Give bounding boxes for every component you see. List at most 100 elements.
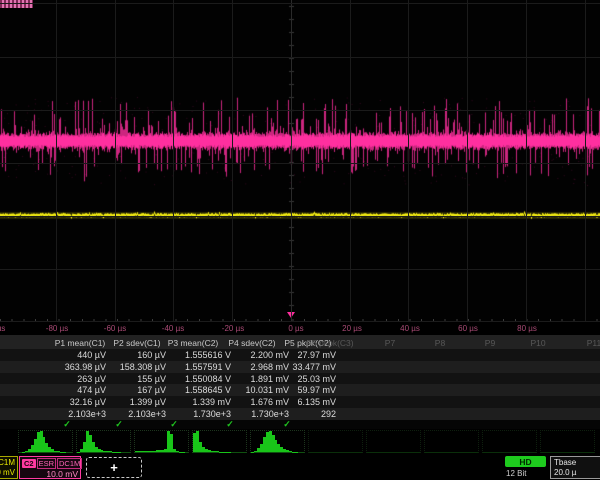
measure-value: 440 µV — [77, 350, 106, 360]
grid-vline — [585, 0, 586, 322]
c1-channel-descriptor[interactable]: C1M 0 mV — [0, 456, 18, 479]
measure-value: 1.558645 V — [185, 385, 231, 395]
c1-coupling-label: C1M — [0, 458, 15, 468]
measure-value: 1.676 mV — [250, 397, 289, 407]
measure-header[interactable]: P4 sdev(C2) — [228, 338, 275, 348]
measure-row: 474 µV 167 µV 1.558645 V 10.031 mV 59.97 mV — [0, 384, 600, 396]
grid-vline — [350, 0, 351, 322]
time-axis-label: 80 µs — [517, 324, 537, 333]
measurement-table: P1 mean(C1) P2 sdev(C1) P3 mean(C2) P4 sdev… — [0, 335, 600, 429]
measure-histicon — [250, 430, 305, 453]
grid-vline — [408, 0, 409, 322]
measure-header-unused[interactable]: P10 — [530, 338, 545, 348]
grid-hline — [0, 269, 600, 270]
measure-header[interactable]: P3 mean(C2) — [168, 338, 219, 348]
measure-row: 32.16 µV 1.399 µV 1.339 mV 1.676 mV 6.135 mV — [0, 396, 600, 408]
measure-histicon-empty — [308, 430, 363, 453]
measure-histicon — [18, 430, 73, 453]
measure-value: 1.557591 V — [185, 362, 231, 372]
grid-hline — [0, 110, 600, 111]
c2-channel-tab: C2 — [22, 459, 36, 468]
hd-bits-label: 12 Bit — [506, 469, 526, 478]
measure-value: 1.339 mV — [192, 397, 231, 407]
measure-histicon — [76, 430, 131, 453]
measure-header-unused[interactable]: P8 — [435, 338, 445, 348]
grid-hline — [0, 3, 600, 4]
measure-header-unused[interactable]: P9 — [485, 338, 495, 348]
measure-value: 1.550084 V — [185, 374, 231, 384]
grid-vline — [232, 0, 233, 322]
grid-hline — [0, 163, 600, 164]
measure-value: 1.399 µV — [130, 397, 166, 407]
grid-hline — [0, 57, 600, 58]
time-axis-label: 60 µs — [458, 324, 478, 333]
measure-value: 27.97 mV — [297, 350, 336, 360]
add-trace-box[interactable]: + — [86, 457, 142, 478]
measure-value: 1.730e+3 — [251, 409, 289, 419]
measure-histicon — [192, 430, 247, 453]
measure-histicon-empty — [540, 430, 595, 453]
grid-vline — [291, 0, 292, 322]
grid-vline — [173, 0, 174, 322]
time-axis-label: 0 µs — [288, 324, 303, 333]
measure-histicon-empty — [424, 430, 479, 453]
measure-value: 33.477 mV — [292, 362, 336, 372]
measure-value: 167 µV — [137, 385, 166, 395]
measure-histicon-empty — [366, 430, 421, 453]
measure-header-unused[interactable]: P11 — [587, 338, 600, 348]
oscilloscope-screen: -100 µs-80 µs-60 µs-40 µs-20 µs0 µs20 µs… — [0, 0, 600, 480]
measure-value: 474 µV — [77, 385, 106, 395]
measure-value: 292 — [321, 409, 336, 419]
measure-value: 32.16 µV — [70, 397, 106, 407]
grid-vline — [467, 0, 468, 322]
measure-row: 263 µV155 µV1.550084 V1.891 mV25.03 mV — [0, 373, 600, 385]
hd-mode-badge[interactable]: HD — [505, 456, 546, 467]
time-axis-label: -100 µs — [0, 324, 5, 333]
waveform-grid[interactable] — [0, 0, 600, 322]
grid-hline — [0, 216, 600, 217]
descriptor-row: C1M 0 mV C2 ESR DC1M 10.0 mV + HD 12 Bit… — [0, 456, 600, 480]
waveform-canvas[interactable] — [0, 0, 600, 322]
time-axis-label: 20 µs — [342, 324, 362, 333]
measure-header-unused[interactable]: P7 — [385, 338, 395, 348]
measure-value: 363.98 µV — [65, 362, 106, 372]
measure-value: 1.730e+3 — [193, 409, 231, 419]
measure-value: 2.200 mV — [250, 350, 289, 360]
histicon-row — [0, 429, 600, 455]
measure-header[interactable]: P2 sdev(C1) — [113, 338, 160, 348]
timebase-descriptor[interactable]: Tbase 20.0 µ — [550, 456, 600, 479]
grid-vline — [56, 0, 57, 322]
c2-channel-descriptor[interactable]: C2 ESR DC1M 10.0 mV — [19, 456, 81, 479]
hd-label: HD — [519, 457, 531, 467]
c2-scale-label: 10.0 mV — [22, 469, 78, 480]
trace-label-badge — [0, 0, 33, 8]
measure-value: 2.103e+3 — [68, 409, 106, 419]
measure-header-unused[interactable]: P6 pkpk(C3) — [306, 338, 353, 348]
measure-row: 363.98 µV 158.308 µV 1.557591 V 2.968 mV33.… — [0, 361, 600, 373]
timebase-title: Tbase — [554, 458, 600, 468]
measure-value: 155 µV — [137, 374, 166, 384]
grid-vline — [526, 0, 527, 322]
measure-header[interactable]: P1 mean(C1) — [55, 338, 106, 348]
measure-histicon — [134, 430, 189, 453]
measure-row: 2.103e+3 2.103e+3 1.730e+3 1.730e+3 292 — [0, 408, 600, 420]
time-axis-label: -20 µs — [222, 324, 244, 333]
measure-value: 6.135 mV — [297, 397, 336, 407]
plus-icon: + — [110, 460, 118, 475]
measure-value: 158.308 µV — [120, 362, 166, 372]
measure-value: 10.031 mV — [245, 385, 289, 395]
measure-value: 2.968 mV — [250, 362, 289, 372]
measure-value: 2.103e+3 — [128, 409, 166, 419]
grid-vline — [115, 0, 116, 322]
measure-row: 440 µV160 µV1.555616 V2.200 mV27.97 mV — [0, 349, 600, 361]
time-axis-label: -80 µs — [46, 324, 68, 333]
time-axis-label: 40 µs — [400, 324, 420, 333]
measure-value: 59.97 mV — [297, 385, 336, 395]
c1-scale-label: 0 mV — [0, 468, 15, 478]
c2-esr-badge: ESR — [37, 458, 56, 469]
c2-coupling-badge: DC1M — [57, 458, 82, 469]
time-axis-label: -40 µs — [162, 324, 184, 333]
measure-value: 263 µV — [77, 374, 106, 384]
measurement-table-header-row: P1 mean(C1) P2 sdev(C1) P3 mean(C2) P4 sdev… — [0, 335, 600, 349]
measure-value: 1.891 mV — [250, 374, 289, 384]
